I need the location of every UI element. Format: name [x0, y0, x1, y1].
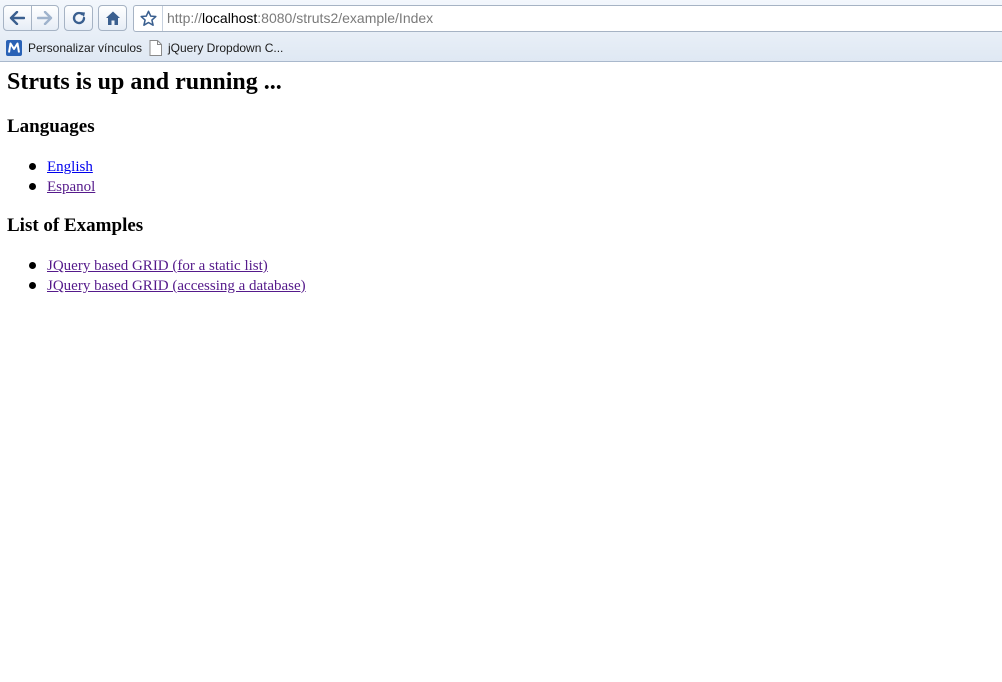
language-link-espanol[interactable]: Espanol [47, 179, 95, 195]
languages-list: English Espanol [0, 157, 95, 197]
forward-button[interactable] [32, 6, 59, 30]
back-button[interactable] [4, 6, 31, 30]
example-link-static-grid[interactable]: JQuery based GRID (for a static list) [47, 258, 268, 274]
browser-chrome: http://localhost:8080/struts2/example/In… [0, 0, 1002, 62]
bullet [29, 183, 36, 190]
reload-icon [72, 11, 85, 25]
forward-arrow-icon [36, 11, 52, 25]
bookmark-label: Personalizar vínculos [28, 41, 143, 55]
page-icon [149, 40, 162, 56]
url-scheme: http:// [167, 10, 203, 26]
list-item: English [0, 157, 95, 177]
example-link-database-grid[interactable]: JQuery based GRID (accessing a database) [47, 278, 306, 294]
url-path: :8080/struts2/example/Index [257, 10, 434, 26]
bookmark-star-button[interactable] [134, 6, 163, 31]
bookmark-personalizar-vinculos[interactable]: Personalizar vínculos [6, 39, 142, 57]
list-item: Espanol [0, 177, 95, 197]
list-item: JQuery based GRID (for a static list) [0, 256, 306, 276]
bookmark-label: jQuery Dropdown C... [168, 41, 284, 55]
language-link-english[interactable]: English [47, 159, 93, 175]
back-forward-group [3, 5, 59, 31]
mail-m-icon [6, 40, 22, 56]
address-bar[interactable]: http://localhost:8080/struts2/example/In… [133, 5, 1002, 32]
bookmarks-bar: Personalizar vínculos jQuery Dropdown C.… [0, 36, 1002, 61]
url-text[interactable]: http://localhost:8080/struts2/example/In… [167, 6, 433, 31]
list-item: JQuery based GRID (accessing a database) [0, 276, 306, 296]
url-host: localhost [202, 10, 258, 26]
bullet [29, 262, 36, 269]
bullet [29, 282, 36, 289]
browser-toolbar: http://localhost:8080/struts2/example/In… [0, 0, 1002, 36]
home-icon [105, 11, 120, 25]
examples-heading: List of Examples [7, 215, 144, 236]
bullet [29, 163, 36, 170]
star-icon [139, 10, 157, 26]
home-button[interactable] [98, 5, 127, 31]
examples-list: JQuery based GRID (for a static list) JQ… [0, 256, 306, 296]
bookmark-jquery-dropdown[interactable]: jQuery Dropdown C... [149, 39, 283, 57]
page-title: Struts is up and running ... [7, 69, 282, 95]
languages-heading: Languages [7, 116, 95, 137]
reload-button[interactable] [64, 5, 93, 31]
back-arrow-icon [10, 11, 26, 25]
